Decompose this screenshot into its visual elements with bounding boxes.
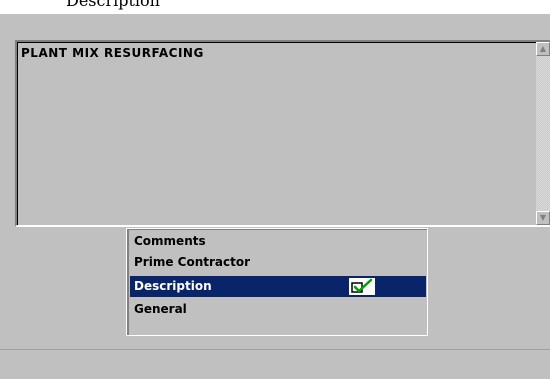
textarea-inner-border xyxy=(17,42,550,225)
list-item-label: Comments xyxy=(134,234,206,248)
list-item-label: Prime Contractor xyxy=(134,255,251,269)
arrow-up-icon: ▲ xyxy=(539,44,547,53)
bottom-divider xyxy=(0,349,550,350)
cutoff-title: Description xyxy=(66,0,160,10)
list-item-label: Description xyxy=(134,279,212,293)
description-text: PLANT MIX RESURFACING xyxy=(21,46,204,60)
list-item-general[interactable]: General xyxy=(130,299,426,320)
list-item-description[interactable]: Description xyxy=(130,276,426,297)
section-listbox[interactable]: Comments Prime Contractor Description Ge… xyxy=(126,228,428,336)
description-textarea[interactable]: PLANT MIX RESURFACING ▲ ▼ xyxy=(15,40,550,227)
scroll-up-button[interactable]: ▲ xyxy=(536,42,550,56)
list-item-label: General xyxy=(134,302,187,316)
list-item-prime-contractor[interactable]: Prime Contractor xyxy=(130,252,426,273)
scroll-down-button[interactable]: ▼ xyxy=(536,211,550,225)
vertical-scrollbar[interactable]: ▲ ▼ xyxy=(536,42,550,225)
arrow-down-icon: ▼ xyxy=(539,213,547,222)
check-edit-icon xyxy=(349,278,375,295)
list-item-comments[interactable]: Comments xyxy=(130,231,426,252)
top-header-strip: Description xyxy=(0,0,550,14)
